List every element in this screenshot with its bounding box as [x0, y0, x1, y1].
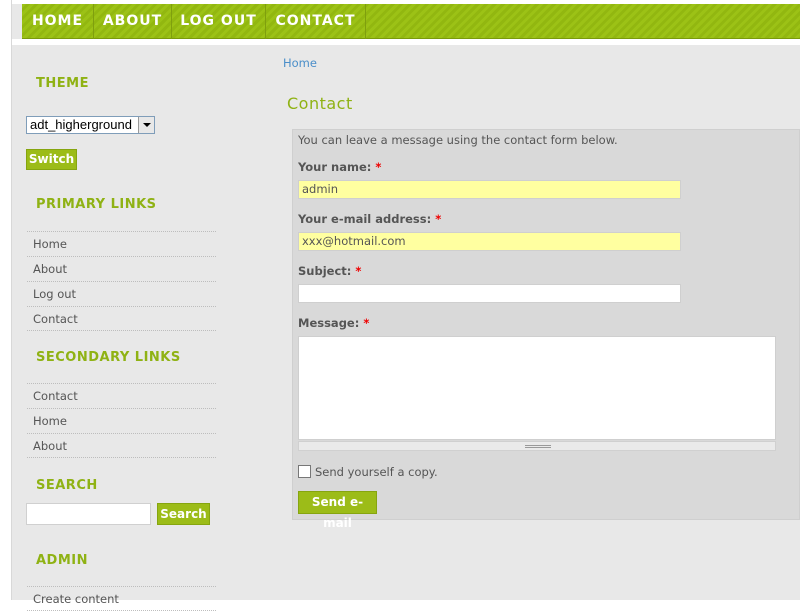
send-copy-checkbox[interactable]	[298, 465, 311, 478]
nav-logout[interactable]: LOG OUT	[172, 4, 266, 39]
primary-link-logout[interactable]: Log out	[27, 281, 216, 306]
form-intro: You can leave a message using the contac…	[298, 133, 618, 147]
name-label: Your name: *	[298, 160, 381, 174]
send-copy-label[interactable]: Send yourself a copy.	[315, 465, 438, 479]
subject-label: Subject: *	[298, 264, 361, 278]
nav-about[interactable]: ABOUT	[94, 4, 172, 39]
primary-link-home[interactable]: Home	[27, 231, 216, 256]
primary-link-about[interactable]: About	[27, 256, 216, 281]
theme-block-title: THEME	[36, 76, 89, 91]
name-label-text: Your name:	[298, 160, 372, 174]
textarea-resize-grip[interactable]	[298, 441, 776, 451]
required-marker: *	[375, 160, 382, 174]
email-label: Your e-mail address: *	[298, 212, 441, 226]
subject-label-text: Subject:	[298, 264, 352, 278]
required-marker: *	[435, 212, 442, 226]
search-button[interactable]: Search	[157, 503, 210, 525]
theme-select[interactable]: adt_higherground	[26, 116, 155, 134]
admin-block-title: ADMIN	[36, 553, 89, 568]
email-label-text: Your e-mail address:	[298, 212, 432, 226]
message-label: Message: *	[298, 316, 369, 330]
name-field[interactable]: admin	[298, 180, 681, 199]
breadcrumb-home[interactable]: Home	[283, 56, 317, 70]
message-textarea[interactable]	[298, 336, 776, 440]
subject-field[interactable]	[298, 284, 681, 303]
send-email-button[interactable]: Send e-mail	[298, 491, 377, 530]
email-field[interactable]: xxx@hotmail.com	[298, 232, 681, 251]
nav-divider	[12, 39, 800, 45]
secondary-links-list: Contact Home About	[27, 383, 216, 458]
nav-home[interactable]: HOME	[22, 4, 94, 39]
primary-links-title: PRIMARY LINKS	[36, 197, 157, 212]
page-title: Contact	[287, 94, 353, 113]
search-block-title: SEARCH	[36, 478, 98, 493]
admin-link-create-content[interactable]: Create content	[27, 586, 216, 611]
theme-select-value: adt_higherground	[30, 117, 132, 132]
secondary-link-about[interactable]: About	[27, 433, 216, 458]
secondary-links-title: SECONDARY LINKS	[36, 350, 181, 365]
message-label-text: Message:	[298, 316, 360, 330]
theme-switch-button[interactable]: Switch	[26, 149, 77, 170]
grip-icon	[525, 445, 551, 448]
secondary-link-contact[interactable]: Contact	[27, 383, 216, 408]
primary-links-list: Home About Log out Contact	[27, 231, 216, 331]
required-marker: *	[355, 264, 362, 278]
page-left-margin	[0, 0, 11, 600]
required-marker: *	[363, 316, 370, 330]
primary-link-contact[interactable]: Contact	[27, 306, 216, 331]
nav-contact[interactable]: CONTACT	[266, 4, 366, 39]
dropdown-arrow-icon[interactable]	[138, 117, 154, 133]
secondary-link-home[interactable]: Home	[27, 408, 216, 433]
primary-navbar: HOME ABOUT LOG OUT CONTACT	[22, 4, 800, 39]
admin-links-list: Create content	[27, 586, 216, 611]
search-input[interactable]	[26, 503, 151, 525]
